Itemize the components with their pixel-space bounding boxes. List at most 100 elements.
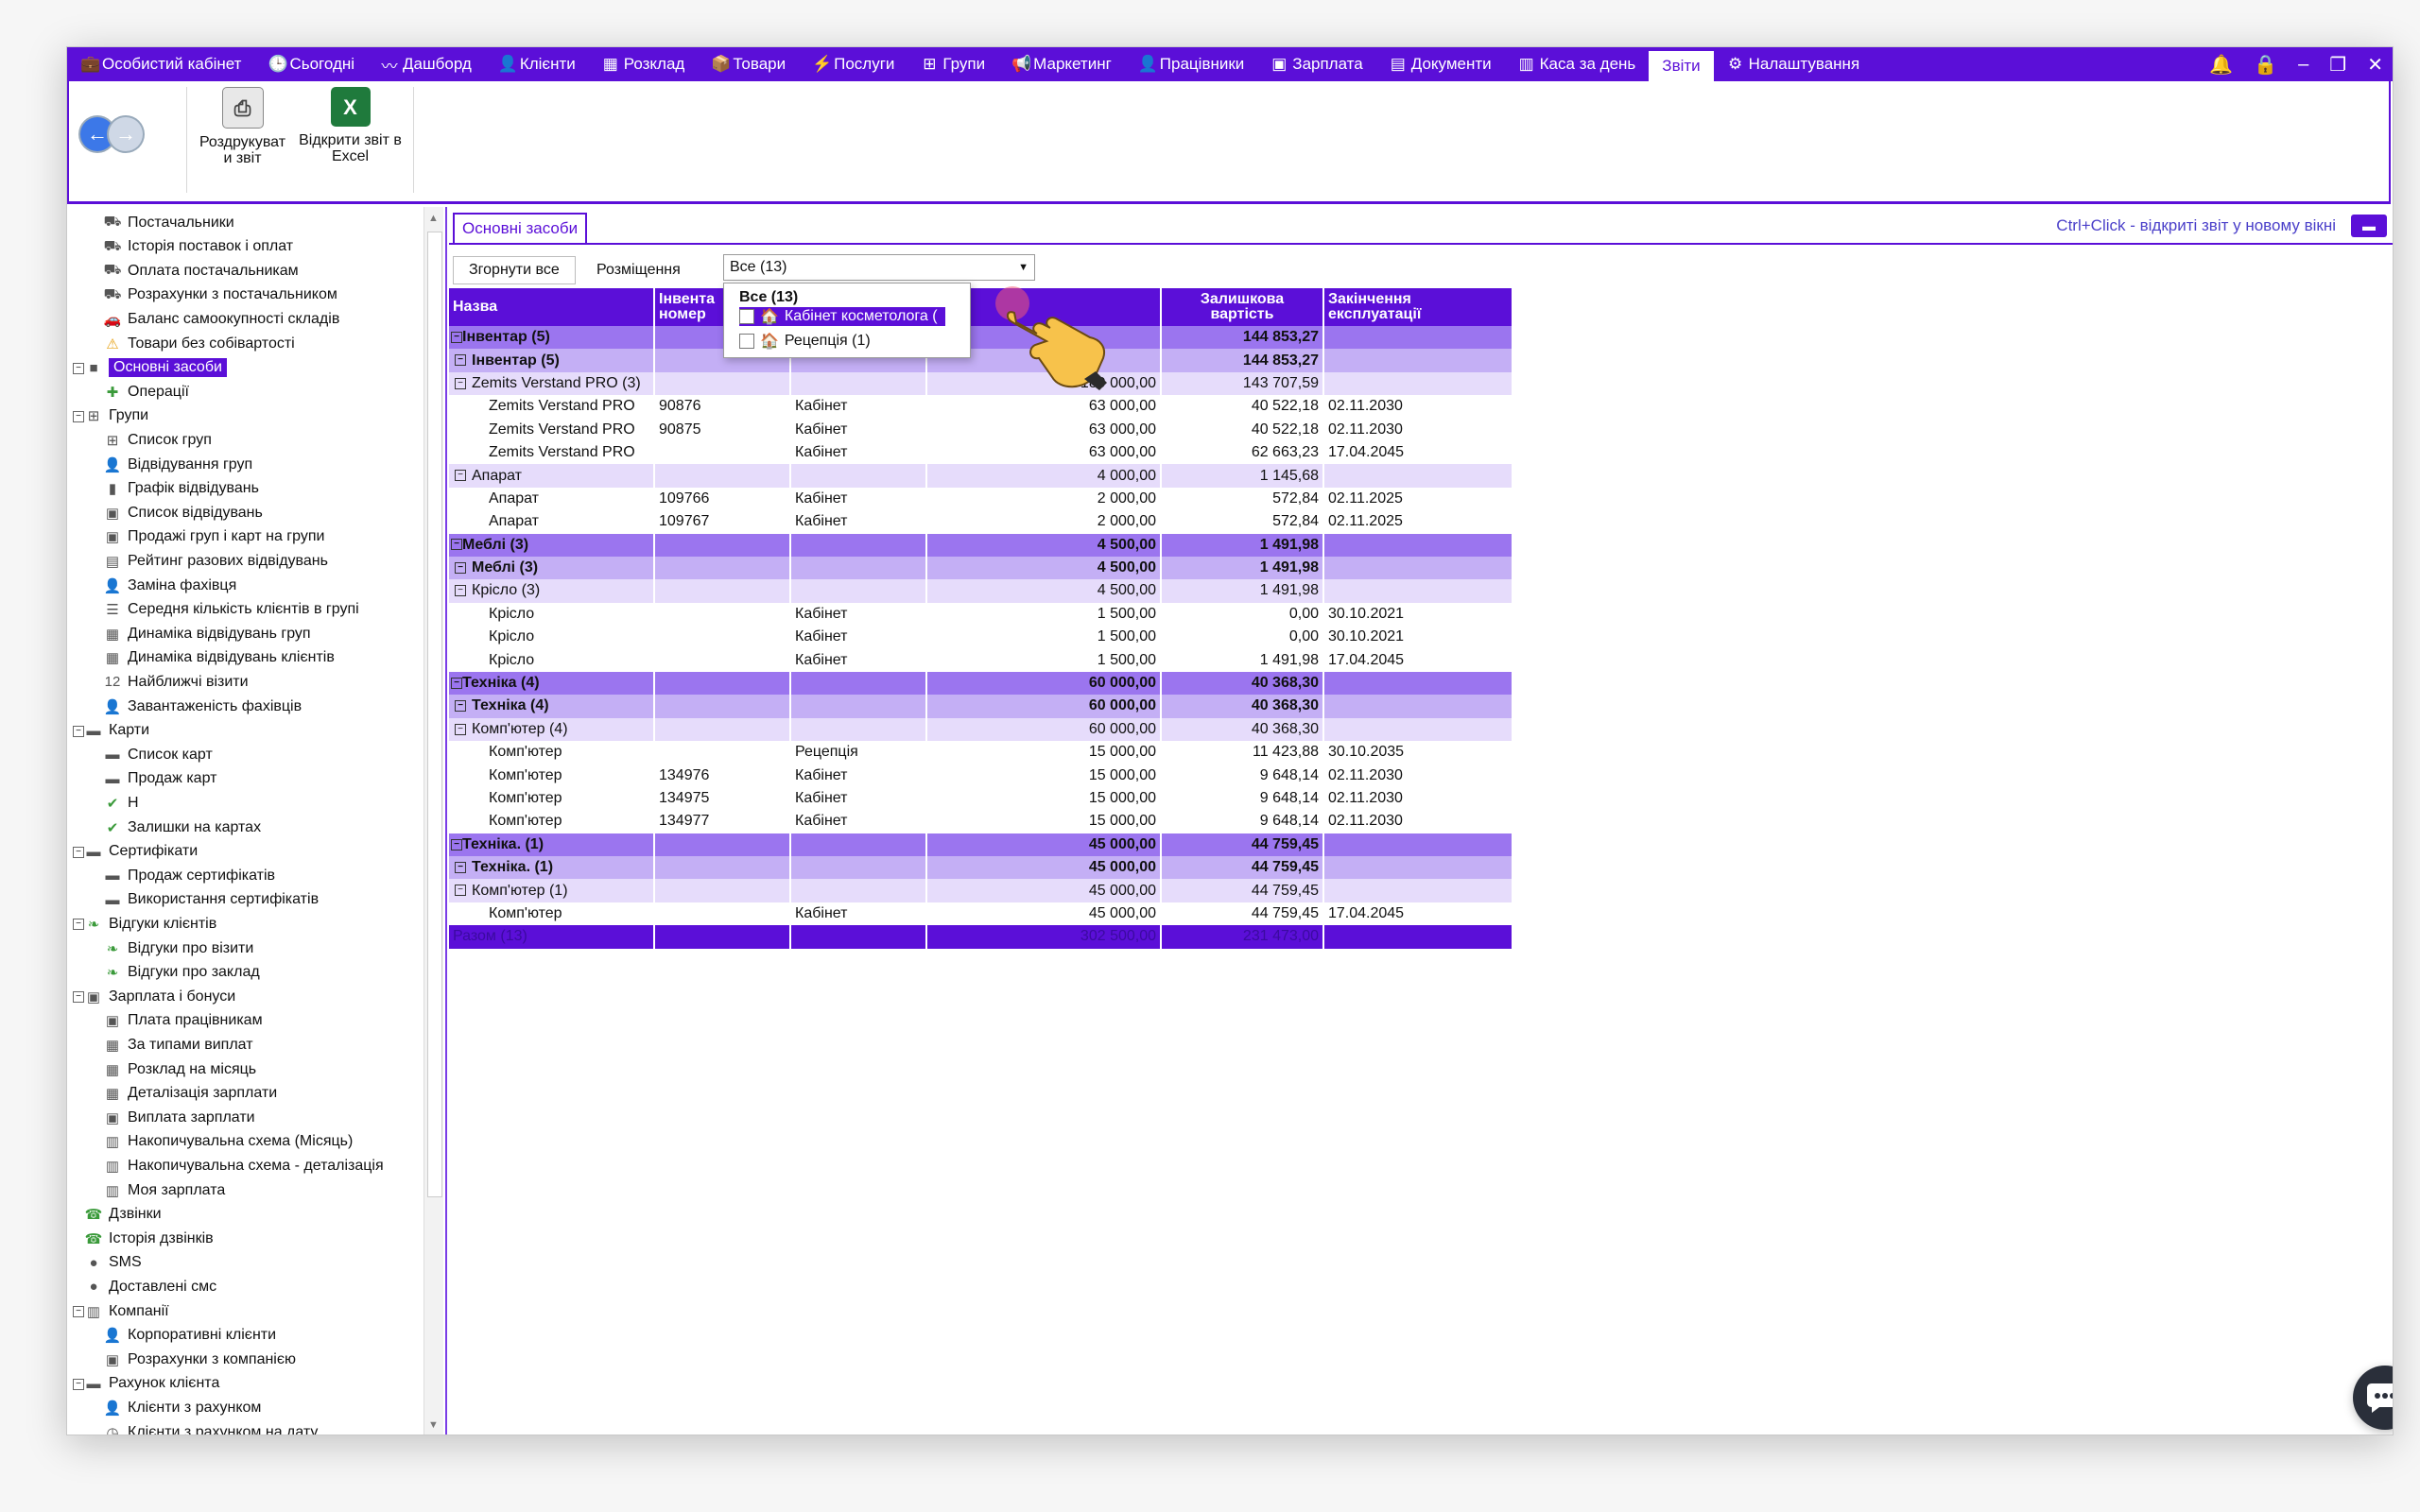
table-row[interactable]: Крісло Кабінет 1 500,00 1 491,98 17.04.2045 bbox=[449, 648, 1513, 672]
collapse-toggle-icon[interactable]: − bbox=[455, 354, 466, 367]
sidebar-item[interactable]: ■ Основні засоби bbox=[84, 356, 227, 380]
sidebar-item[interactable]: ❧ Відгуки про заклад bbox=[103, 961, 260, 985]
collapse-toggle-icon[interactable]: − bbox=[451, 677, 462, 689]
tree-toggle[interactable]: − bbox=[73, 991, 84, 1004]
sidebar-item[interactable]: ▬ Список карт bbox=[103, 743, 213, 766]
tree-toggle[interactable]: − bbox=[73, 725, 84, 737]
menu-item-14[interactable]: ⚙ Налаштування bbox=[1714, 47, 1874, 81]
sidebar-item[interactable]: ▣ Зарплата і бонуси bbox=[84, 985, 235, 1008]
column-header-residual-value[interactable]: Залишкова вартість bbox=[1161, 288, 1324, 326]
tree-toggle[interactable]: − bbox=[73, 919, 84, 931]
collapse-toggle-icon[interactable]: − bbox=[451, 838, 462, 850]
sidebar-item[interactable]: ☎ Дзвінки bbox=[84, 1203, 162, 1227]
table-group-row[interactable]: − Техніка. (1) 45 000,00 44 759,45 bbox=[449, 855, 1513, 880]
scroll-up-icon[interactable]: ▲ bbox=[428, 213, 439, 224]
scrollbar-thumb[interactable] bbox=[427, 232, 442, 1197]
table-row[interactable]: Крісло Кабінет 1 500,00 0,00 30.10.2021 bbox=[449, 602, 1513, 627]
table-row[interactable]: Комп'ютер 134975 Кабінет 15 000,00 9 648,14 0… bbox=[449, 786, 1513, 811]
sidebar-item[interactable]: ⛟ Розрахунки з постачальником bbox=[103, 284, 337, 307]
sidebar-item[interactable]: ⊞ Групи bbox=[84, 404, 148, 428]
tree-toggle[interactable]: − bbox=[73, 1378, 84, 1390]
sidebar-item[interactable]: 👤 Завантаженість фахівців bbox=[103, 695, 302, 718]
sidebar-item[interactable]: ⊞ Список груп bbox=[103, 428, 212, 452]
collapse-all-button[interactable]: Згорнути все bbox=[453, 256, 576, 284]
sidebar-item[interactable]: ▣ Продажі груп і карт на групи bbox=[103, 525, 325, 549]
table-row[interactable]: Апарат 109766 Кабінет 2 000,00 572,84 02.11.2… bbox=[449, 487, 1513, 511]
sidebar-item[interactable]: ▬ Рахунок клієнта bbox=[84, 1372, 220, 1396]
table-group-row[interactable]: − Техніка (4) 60 000,00 40 368,30 bbox=[449, 671, 1513, 696]
table-row[interactable]: Крісло Кабінет 1 500,00 0,00 30.10.2021 bbox=[449, 626, 1513, 649]
tree-toggle[interactable]: − bbox=[73, 362, 84, 374]
sidebar-item[interactable]: ▬ Використання сертифікатів bbox=[103, 888, 320, 912]
table-row[interactable]: Zemits Verstand PRO 90875 Кабінет 63 000,00… bbox=[449, 418, 1513, 441]
menu-item-10[interactable]: ▣ Зарплата bbox=[1257, 47, 1375, 81]
sidebar-item[interactable]: ● SMS bbox=[84, 1251, 141, 1275]
table-group-row[interactable]: − Меблі (3) 4 500,00 1 491,98 bbox=[449, 556, 1513, 580]
column-header-end-of-use[interactable]: Закінчення експлуатації bbox=[1323, 288, 1513, 326]
menu-item-13[interactable]: Звіти bbox=[1649, 51, 1714, 81]
sidebar-item[interactable]: ▥ Моя зарплата bbox=[103, 1178, 225, 1202]
sidebar-item[interactable]: ☰ Середня кількість клієнтів в групі bbox=[103, 598, 358, 622]
collapse-toggle-icon[interactable]: − bbox=[451, 331, 462, 343]
collapse-toggle-icon[interactable]: − bbox=[455, 561, 466, 574]
sidebar-item[interactable]: 👤 Корпоративні клієнти bbox=[103, 1324, 276, 1348]
scroll-down-icon[interactable]: ▼ bbox=[428, 1419, 439, 1431]
sidebar-item[interactable]: ▮ Графік відвідувань bbox=[103, 477, 259, 501]
menu-item-0[interactable]: 💼 Особистий кабінет bbox=[67, 47, 254, 81]
sidebar-scrollbar[interactable]: ▲ ▼ bbox=[424, 207, 443, 1435]
dropdown-all-option[interactable]: Все (13) bbox=[739, 289, 798, 306]
menu-item-2[interactable]: 〰 Дашборд bbox=[368, 47, 485, 81]
table-group-row[interactable]: − Комп'ютер (4) 60 000,00 40 368,30 bbox=[449, 717, 1513, 742]
checkbox[interactable] bbox=[739, 309, 754, 324]
sidebar-item[interactable]: ✔ Залишки на картах bbox=[103, 816, 261, 839]
menu-item-6[interactable]: ⚡ Послуги bbox=[799, 47, 908, 81]
sidebar-item[interactable]: ▥ Накопичувальна схема (Місяць) bbox=[103, 1130, 353, 1154]
column-header-name[interactable]: Назва bbox=[449, 288, 655, 326]
sidebar-item[interactable]: ✚ Операції bbox=[103, 380, 189, 404]
tab-fixed-assets[interactable]: Основні засоби bbox=[453, 213, 588, 243]
menu-item-5[interactable]: 📦 Товари bbox=[698, 47, 799, 81]
sidebar-item[interactable]: ⛟ Оплата постачальникам bbox=[103, 259, 299, 283]
collapse-toggle-icon[interactable]: − bbox=[451, 539, 462, 551]
menu-item-11[interactable]: ▤ Документи bbox=[1376, 47, 1505, 81]
sidebar-item[interactable]: ▬ Сертифікати bbox=[84, 840, 199, 864]
collapse-toggle-icon[interactable]: − bbox=[455, 377, 466, 389]
menu-item-8[interactable]: 📢 Маркетинг bbox=[998, 47, 1125, 81]
sidebar-item[interactable]: ▬ Продаж карт bbox=[103, 767, 217, 791]
tree-toggle[interactable]: − bbox=[73, 846, 84, 858]
menu-item-1[interactable]: 🕒 Сьогодні bbox=[254, 47, 368, 81]
table-row[interactable]: Zemits Verstand PRO Кабінет 63 000,00 62 66… bbox=[449, 440, 1513, 465]
table-group-row[interactable]: − Техніка (4) 60 000,00 40 368,30 bbox=[449, 695, 1513, 718]
new-window-button[interactable]: ▬ bbox=[2351, 215, 2387, 237]
collapse-toggle-icon[interactable]: − bbox=[455, 861, 466, 873]
sidebar-item[interactable]: ▬ Продаж сертифікатів bbox=[103, 864, 276, 887]
sidebar-item[interactable]: 12 Найближчі візити bbox=[103, 670, 249, 694]
open-excel-button[interactable]: X Відкрити звіт в Excel bbox=[296, 87, 405, 164]
bell-icon[interactable]: 🔔 bbox=[2209, 53, 2233, 77]
table-group-row[interactable]: − Крісло (3) 4 500,00 1 491,98 bbox=[449, 579, 1513, 603]
sidebar-item[interactable]: ▦ Деталізація зарплати bbox=[103, 1082, 277, 1106]
table-row[interactable]: Комп'ютер Кабінет 45 000,00 44 759,45 17.04.… bbox=[449, 902, 1513, 926]
minimize-button[interactable]: – bbox=[2298, 54, 2308, 76]
sidebar-item[interactable]: ▦ Розклад на місяць bbox=[103, 1057, 256, 1081]
sidebar-item[interactable]: ▬ Карти bbox=[84, 719, 150, 743]
sidebar-item[interactable]: ● Доставлені смс bbox=[84, 1275, 216, 1298]
table-group-row[interactable]: − Zemits Verstand PRO (3) 189 000,00 143 70… bbox=[449, 371, 1513, 396]
collapse-toggle-icon[interactable]: − bbox=[455, 700, 466, 713]
sidebar-item[interactable]: ▣ Розрахунки з компанією bbox=[103, 1348, 296, 1371]
table-group-row[interactable]: − Апарат 4 000,00 1 145,68 bbox=[449, 464, 1513, 488]
menu-item-3[interactable]: 👤 Клієнти bbox=[485, 47, 589, 81]
table-row[interactable]: Zemits Verstand PRO 90876 Кабінет 63 000,00… bbox=[449, 395, 1513, 419]
sidebar-item[interactable]: ◷ Клієнти з рахунком на дату bbox=[103, 1420, 318, 1435]
close-button[interactable]: ✕ bbox=[2367, 53, 2383, 77]
sidebar-item[interactable]: ▣ Виплата зарплати bbox=[103, 1106, 255, 1129]
sidebar-item[interactable]: ▦ За типами виплат bbox=[103, 1033, 253, 1057]
collapse-toggle-icon[interactable]: − bbox=[455, 585, 466, 597]
table-group-row[interactable]: − Інвентар (5) 144 853,27 bbox=[449, 326, 1513, 350]
sidebar-item[interactable]: ▦ Динаміка відвідувань клієнтів bbox=[103, 646, 335, 670]
sidebar-item[interactable]: ▦ Динаміка відвідувань груп bbox=[103, 622, 311, 645]
print-report-button[interactable]: ⎙ Роздрукуват и звіт bbox=[188, 87, 297, 166]
sidebar-item[interactable]: ✔ Н bbox=[103, 791, 139, 815]
checkbox[interactable] bbox=[739, 334, 754, 349]
menu-item-4[interactable]: ▦ Розклад bbox=[589, 47, 699, 81]
